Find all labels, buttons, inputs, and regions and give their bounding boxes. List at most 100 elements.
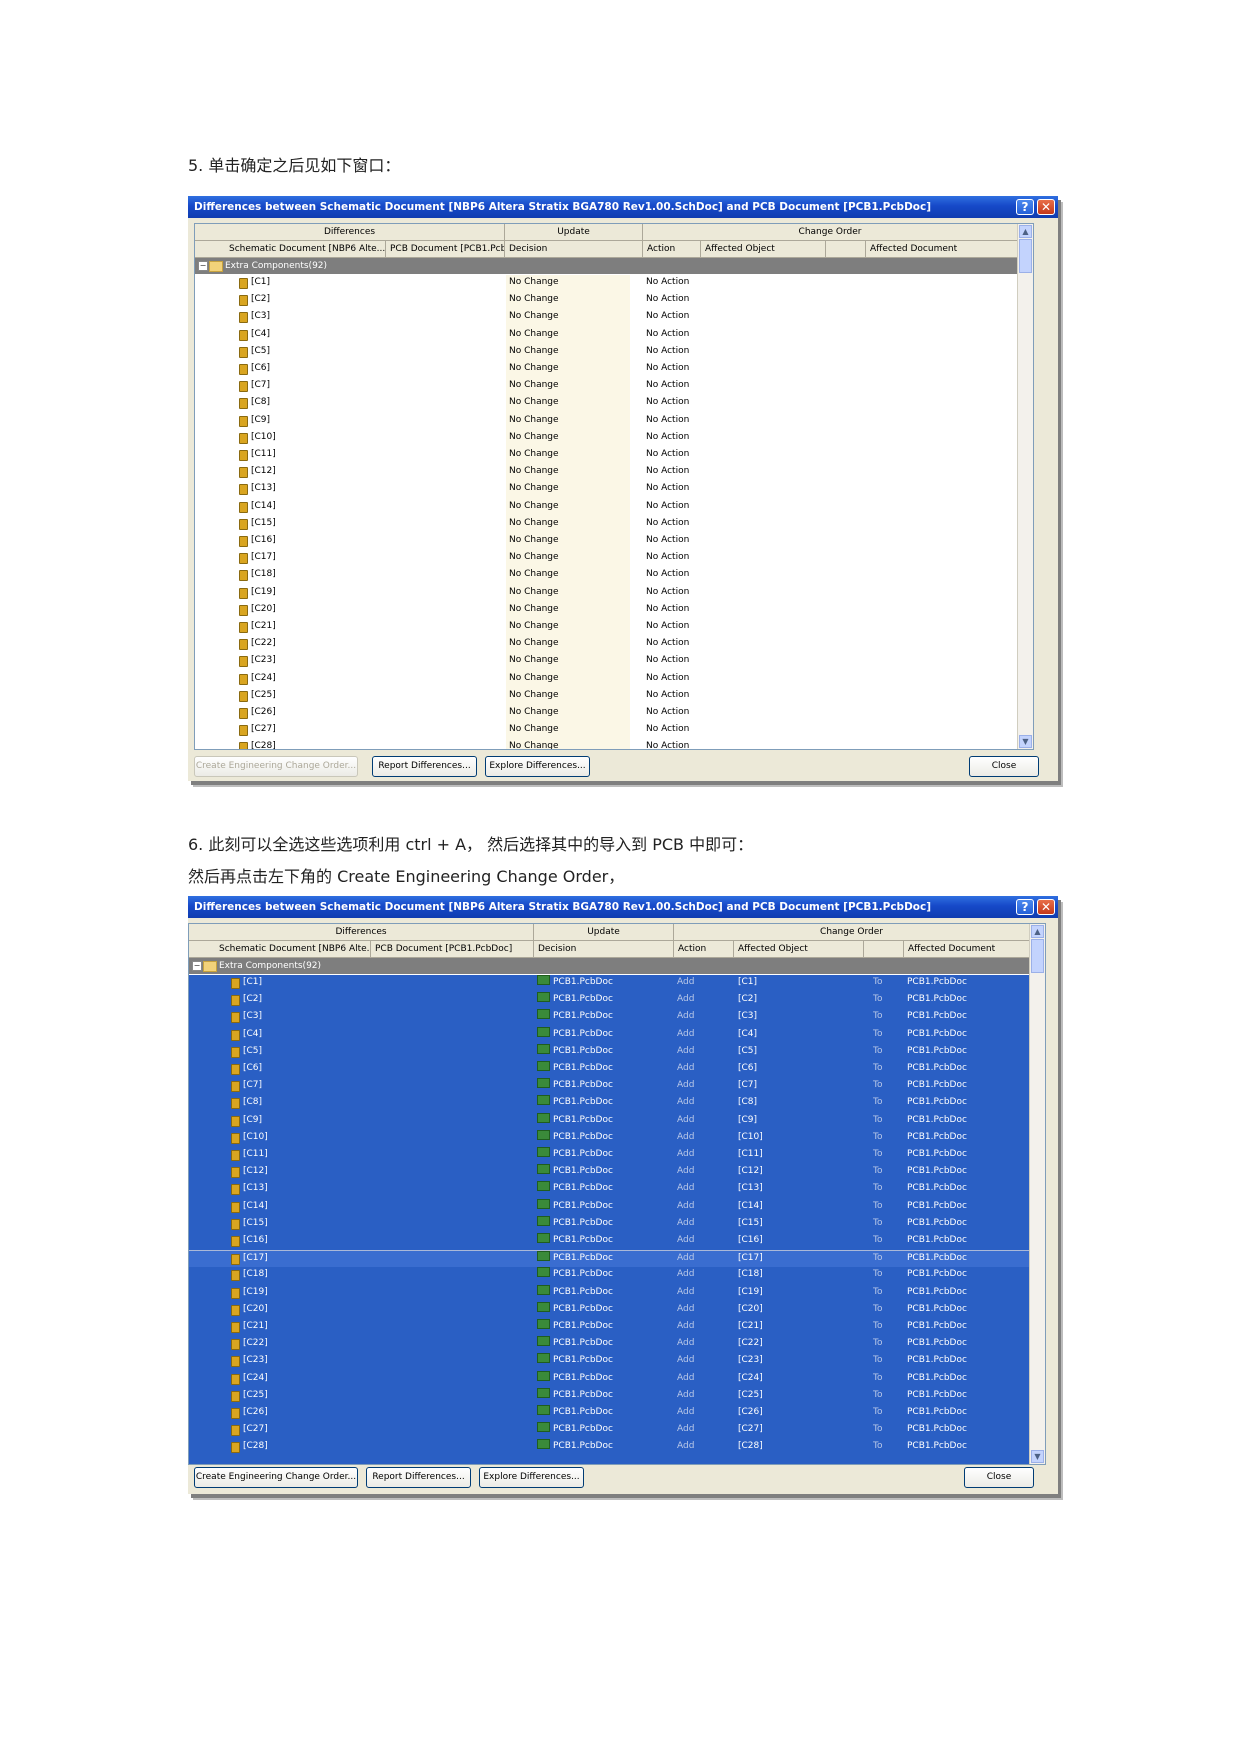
- table-row[interactable]: [C13] No Change No Action: [195, 481, 1033, 497]
- header-differences[interactable]: Differences: [195, 224, 505, 240]
- table-row[interactable]: [C18] No Change No Action: [195, 567, 1033, 583]
- scroll-thumb[interactable]: [1031, 939, 1044, 973]
- create-eco-button[interactable]: Create Engineering Change Order...: [194, 1467, 358, 1488]
- col-affected-object[interactable]: Affected Object: [734, 941, 864, 957]
- col-pcb-doc[interactable]: PCB Document [PCB1.PcbDoc]: [371, 941, 534, 957]
- decision-cell[interactable]: PCB1.PcbDoc: [537, 1009, 613, 1024]
- header-update[interactable]: Update: [505, 224, 643, 240]
- col-to[interactable]: [826, 241, 866, 257]
- decision-cell[interactable]: PCB1.PcbDoc: [537, 1164, 613, 1179]
- vertical-scrollbar[interactable]: ▲ ▼: [1017, 224, 1033, 749]
- table-row[interactable]: [C21] PCB1.PcbDoc Add [C21] To PCB1.PcbDoc: [189, 1319, 1045, 1335]
- table-row[interactable]: [C4] No Change No Action: [195, 327, 1033, 343]
- explore-differences-button[interactable]: Explore Differences...: [479, 1467, 584, 1488]
- explore-differences-button[interactable]: Explore Differences...: [485, 756, 590, 777]
- table-row[interactable]: [C9] PCB1.PcbDoc Add [C9] To PCB1.PcbDoc: [189, 1112, 1045, 1129]
- table-row[interactable]: [C22] PCB1.PcbDoc Add [C22] To PCB1.PcbDoc: [189, 1336, 1045, 1352]
- decision-cell[interactable]: PCB1.PcbDoc: [537, 992, 613, 1007]
- table-row[interactable]: [C13] PCB1.PcbDoc Add [C13] To PCB1.PcbDoc: [189, 1181, 1045, 1197]
- decision-cell[interactable]: No Change: [509, 567, 559, 582]
- table-row[interactable]: [C2] PCB1.PcbDoc Add [C2] To PCB1.PcbDoc: [189, 992, 1045, 1008]
- table-row[interactable]: [C1] PCB1.PcbDoc Add [C1] To PCB1.PcbDoc: [189, 975, 1045, 991]
- col-affected-document[interactable]: Affected Document: [904, 941, 1030, 957]
- table-row[interactable]: [C24] PCB1.PcbDoc Add [C24] To PCB1.PcbDoc: [189, 1370, 1045, 1387]
- table-row[interactable]: [C19] PCB1.PcbDoc Add [C19] To PCB1.PcbDoc: [189, 1284, 1045, 1301]
- table-row[interactable]: [C11] PCB1.PcbDoc Add [C11] To PCB1.PcbDoc: [189, 1147, 1045, 1163]
- close-icon[interactable]: ✕: [1037, 899, 1055, 915]
- decision-cell[interactable]: PCB1.PcbDoc: [537, 1198, 613, 1214]
- help-icon[interactable]: ?: [1016, 199, 1034, 215]
- decision-cell[interactable]: No Change: [509, 447, 559, 462]
- table-row[interactable]: [C20] PCB1.PcbDoc Add [C20] To PCB1.PcbDoc: [189, 1301, 1045, 1318]
- table-row[interactable]: [C6] No Change No Action: [195, 361, 1033, 377]
- table-row[interactable]: [C6] PCB1.PcbDoc Add [C6] To PCB1.PcbDoc: [189, 1061, 1045, 1077]
- header-differences[interactable]: Differences: [189, 924, 534, 940]
- decision-cell[interactable]: No Change: [509, 533, 559, 548]
- decision-cell[interactable]: PCB1.PcbDoc: [537, 1078, 613, 1093]
- col-schematic-doc[interactable]: Schematic Document [NBP6 Alte...: [189, 941, 371, 957]
- decision-cell[interactable]: No Change: [509, 602, 559, 617]
- header-update[interactable]: Update: [534, 924, 674, 940]
- table-row[interactable]: [C8] No Change No Action: [195, 395, 1033, 411]
- decision-cell[interactable]: PCB1.PcbDoc: [537, 1267, 613, 1282]
- tree-toggle[interactable]: −: [192, 961, 202, 971]
- table-row[interactable]: [C11] No Change No Action: [195, 447, 1033, 463]
- decision-cell[interactable]: No Change: [509, 430, 559, 445]
- decision-cell[interactable]: PCB1.PcbDoc: [537, 1422, 613, 1437]
- table-row[interactable]: [C4] PCB1.PcbDoc Add [C4] To PCB1.PcbDoc: [189, 1026, 1045, 1043]
- table-row[interactable]: [C24] No Change No Action: [195, 671, 1033, 687]
- decision-cell[interactable]: No Change: [509, 378, 559, 393]
- col-pcb-doc[interactable]: PCB Document [PCB1.PcbDoc]: [386, 241, 505, 257]
- header-change-order[interactable]: Change Order: [643, 224, 1018, 240]
- table-row[interactable]: [C17] PCB1.PcbDoc Add [C17] To PCB1.PcbDoc: [189, 1250, 1045, 1268]
- table-row[interactable]: [C27] No Change No Action: [195, 722, 1033, 738]
- decision-cell[interactable]: PCB1.PcbDoc: [537, 1319, 613, 1334]
- table-row[interactable]: [C12] PCB1.PcbDoc Add [C12] To PCB1.PcbDoc: [189, 1164, 1045, 1180]
- dialog-title-bar[interactable]: Differences between Schematic Document […: [188, 896, 1058, 918]
- table-row[interactable]: [C25] PCB1.PcbDoc Add [C25] To PCB1.PcbDoc: [189, 1387, 1045, 1404]
- decision-cell[interactable]: PCB1.PcbDoc: [537, 1405, 613, 1420]
- decision-cell[interactable]: No Change: [509, 413, 559, 428]
- table-row[interactable]: [C19] No Change No Action: [195, 585, 1033, 601]
- decision-cell[interactable]: PCB1.PcbDoc: [537, 1336, 613, 1351]
- scroll-thumb[interactable]: [1019, 239, 1032, 273]
- table-row[interactable]: [C5] PCB1.PcbDoc Add [C5] To PCB1.PcbDoc: [189, 1043, 1045, 1060]
- decision-cell[interactable]: No Change: [509, 585, 559, 600]
- table-row[interactable]: [C3] No Change No Action: [195, 309, 1033, 325]
- table-row[interactable]: [C5] No Change No Action: [195, 344, 1033, 360]
- table-row[interactable]: [C12] No Change No Action: [195, 464, 1033, 480]
- create-eco-button[interactable]: Create Engineering Change Order...: [194, 756, 358, 777]
- col-to[interactable]: [864, 941, 904, 957]
- decision-cell[interactable]: No Change: [509, 705, 559, 720]
- table-row[interactable]: [C10] PCB1.PcbDoc Add [C10] To PCB1.PcbDoc: [189, 1129, 1045, 1146]
- decision-cell[interactable]: No Change: [509, 688, 559, 703]
- vertical-scrollbar[interactable]: ▲ ▼: [1029, 924, 1045, 1464]
- col-affected-object[interactable]: Affected Object: [701, 241, 826, 257]
- table-row[interactable]: [C9] No Change No Action: [195, 413, 1033, 429]
- decision-cell[interactable]: No Change: [509, 344, 559, 359]
- table-row[interactable]: [C7] No Change No Action: [195, 378, 1033, 394]
- scroll-down-icon[interactable]: ▼: [1031, 1450, 1044, 1463]
- table-row[interactable]: [C15] PCB1.PcbDoc Add [C15] To PCB1.PcbDoc: [189, 1215, 1045, 1232]
- table-row[interactable]: [C7] PCB1.PcbDoc Add [C7] To PCB1.PcbDoc: [189, 1078, 1045, 1094]
- table-row[interactable]: [C3] PCB1.PcbDoc Add [C3] To PCB1.PcbDoc: [189, 1009, 1045, 1025]
- col-decision[interactable]: Decision: [505, 241, 643, 257]
- decision-cell[interactable]: PCB1.PcbDoc: [537, 1026, 613, 1042]
- decision-cell[interactable]: No Change: [509, 499, 559, 514]
- decision-cell[interactable]: PCB1.PcbDoc: [537, 1112, 613, 1128]
- decision-cell[interactable]: PCB1.PcbDoc: [537, 975, 613, 990]
- scroll-up-icon[interactable]: ▲: [1019, 225, 1032, 238]
- table-row[interactable]: [C18] PCB1.PcbDoc Add [C18] To PCB1.PcbDoc: [189, 1267, 1045, 1283]
- table-row[interactable]: [C26] PCB1.PcbDoc Add [C26] To PCB1.PcbDoc: [189, 1405, 1045, 1421]
- header-change-order[interactable]: Change Order: [674, 924, 1030, 940]
- decision-cell[interactable]: PCB1.PcbDoc: [537, 1370, 613, 1386]
- table-row[interactable]: [C8] PCB1.PcbDoc Add [C8] To PCB1.PcbDoc: [189, 1095, 1045, 1111]
- decision-cell[interactable]: PCB1.PcbDoc: [537, 1043, 613, 1059]
- decision-cell[interactable]: No Change: [509, 739, 559, 749]
- scroll-up-icon[interactable]: ▲: [1031, 925, 1044, 938]
- table-row[interactable]: [C14] PCB1.PcbDoc Add [C14] To PCB1.PcbDoc: [189, 1198, 1045, 1215]
- close-button[interactable]: Close: [964, 1467, 1034, 1488]
- table-row[interactable]: [C26] No Change No Action: [195, 705, 1033, 721]
- close-icon[interactable]: ✕: [1037, 199, 1055, 215]
- decision-cell[interactable]: PCB1.PcbDoc: [537, 1129, 613, 1145]
